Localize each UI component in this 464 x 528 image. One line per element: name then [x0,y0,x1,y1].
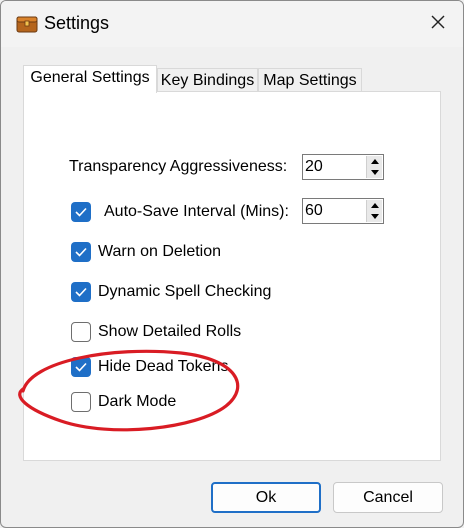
spin-down-button[interactable] [366,167,382,178]
warn-deletion-checkbox[interactable] [71,242,91,262]
general-settings-panel: Transparency Aggressiveness: Auto-Save I… [23,91,441,461]
tab-key-bindings[interactable]: Key Bindings [157,68,258,92]
autosave-spinner[interactable] [302,198,384,224]
chevron-down-icon [370,170,379,175]
spell-check-checkbox[interactable] [71,282,91,302]
tab-general-settings[interactable]: General Settings [23,65,157,93]
warn-deletion-label: Warn on Deletion [98,243,222,260]
hide-dead-tokens-label: Hide Dead Tokens [98,358,229,375]
checkmark-icon [75,247,87,257]
settings-dialog: Settings General Settings Key Bindings M… [0,0,464,528]
transparency-input[interactable] [305,157,365,177]
title-bar: Settings [1,1,463,47]
chevron-up-icon [370,203,379,208]
spin-up-button[interactable] [366,200,382,211]
autosave-label: Auto-Save Interval (Mins): [104,203,289,220]
window-title: Settings [44,13,110,33]
checkmark-icon [75,362,87,372]
detailed-rolls-label: Show Detailed Rolls [98,323,242,340]
close-icon [430,14,446,35]
detailed-rolls-checkbox[interactable] [71,322,91,342]
chevron-down-icon [370,214,379,219]
tab-label: Key Bindings [160,72,255,89]
spin-down-button[interactable] [366,211,382,222]
spin-up-button[interactable] [366,156,382,167]
autosave-input[interactable] [305,201,365,221]
hide-dead-tokens-checkbox[interactable] [71,357,91,377]
tab-map-settings[interactable]: Map Settings [258,68,362,92]
chevron-up-icon [370,159,379,164]
spell-check-label: Dynamic Spell Checking [98,283,272,300]
tab-label: General Settings [30,69,150,86]
ok-button[interactable]: Ok [211,482,321,513]
autosave-checkbox[interactable] [71,202,91,222]
checkmark-icon [75,207,87,217]
transparency-label: Transparency Aggressiveness: [69,158,288,175]
tab-label: Map Settings [263,72,357,89]
treasure-chest-icon [16,15,38,33]
dark-mode-checkbox[interactable] [71,392,91,412]
cancel-button[interactable]: Cancel [333,482,443,513]
dark-mode-label: Dark Mode [98,393,177,410]
checkmark-icon [75,287,87,297]
close-button[interactable] [419,9,457,39]
transparency-spinner[interactable] [302,154,384,180]
